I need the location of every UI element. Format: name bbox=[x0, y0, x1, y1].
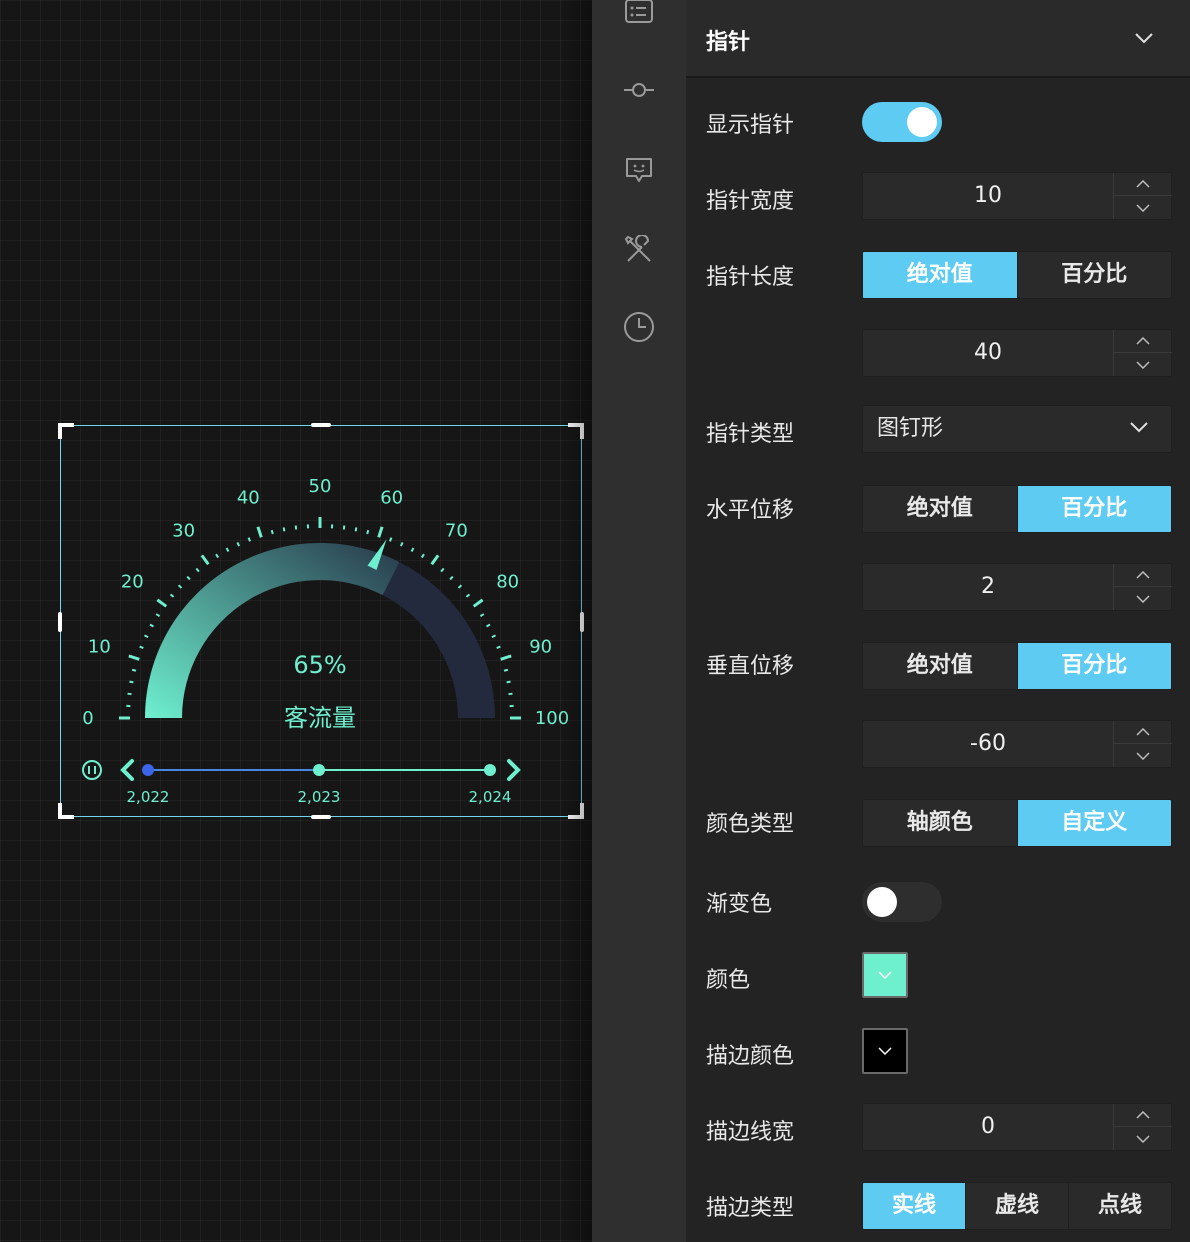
stroke-width-label: 描边线宽 bbox=[706, 1120, 795, 1145]
section-title: 指针 bbox=[706, 30, 751, 55]
pointer-length-option-percent[interactable]: 百分比 bbox=[1017, 252, 1171, 298]
stroke-color-swatch[interactable] bbox=[862, 1028, 908, 1074]
properties-panel: 指针 显示指针 指针宽度 10 指针长度 绝对值 百分比 40 指针类型 图钉形… bbox=[686, 0, 1190, 1242]
color-type-label: 颜色类型 bbox=[706, 812, 795, 837]
offset-x-label: 水平位移 bbox=[706, 498, 795, 523]
stroke-type-option-solid[interactable]: 实线 bbox=[863, 1183, 966, 1229]
canvas-edge-shadow bbox=[560, 0, 592, 1242]
chevron-down-icon[interactable] bbox=[1134, 32, 1154, 44]
stepper-down-icon[interactable] bbox=[1114, 587, 1172, 610]
pointer-type-select[interactable]: 图钉形 bbox=[862, 405, 1172, 453]
offset-y-mode: 绝对值 百分比 bbox=[862, 642, 1172, 690]
color-label: 颜色 bbox=[706, 968, 751, 993]
stepper bbox=[1113, 564, 1172, 610]
offset-y-option-percent[interactable]: 百分比 bbox=[1017, 643, 1171, 689]
stepper-up-icon[interactable] bbox=[1114, 173, 1172, 196]
resize-handle-bottom[interactable] bbox=[311, 815, 331, 819]
offset-y-value[interactable]: -60 bbox=[863, 721, 1113, 767]
gradient-toggle[interactable] bbox=[862, 882, 942, 922]
offset-x-value[interactable]: 2 bbox=[863, 564, 1113, 610]
pointer-width-input[interactable]: 10 bbox=[862, 172, 1172, 220]
color-type-option-custom[interactable]: 自定义 bbox=[1017, 800, 1171, 846]
stepper-up-icon[interactable] bbox=[1114, 1104, 1172, 1127]
color-type-mode: 轴颜色 自定义 bbox=[862, 799, 1172, 847]
app-root: 0 10 20 30 40 50 60 70 80 90 100 65% 客流量 2,022 2,02… bbox=[0, 0, 1190, 1242]
stepper bbox=[1113, 1104, 1172, 1150]
chevron-down-icon bbox=[878, 1047, 892, 1055]
chat-icon[interactable] bbox=[623, 154, 655, 186]
pointer-length-option-absolute[interactable]: 绝对值 bbox=[863, 252, 1018, 298]
show-pointer-label: 显示指针 bbox=[706, 113, 795, 138]
stroke-type-label: 描边类型 bbox=[706, 1196, 795, 1221]
stroke-color-label: 描边颜色 bbox=[706, 1044, 795, 1069]
stepper bbox=[1113, 721, 1172, 767]
pointer-length-label: 指针长度 bbox=[706, 265, 795, 290]
offset-y-input[interactable]: -60 bbox=[862, 720, 1172, 768]
stepper bbox=[1113, 173, 1172, 219]
pointer-width-value[interactable]: 10 bbox=[863, 173, 1113, 219]
stepper-down-icon[interactable] bbox=[1114, 196, 1172, 219]
offset-x-option-absolute[interactable]: 绝对值 bbox=[863, 486, 1018, 532]
show-pointer-toggle[interactable] bbox=[862, 102, 942, 142]
chevron-down-icon bbox=[878, 971, 892, 979]
offset-y-option-absolute[interactable]: 绝对值 bbox=[863, 643, 1018, 689]
stepper-up-icon[interactable] bbox=[1114, 564, 1172, 587]
toggle-knob bbox=[867, 887, 897, 917]
resize-handle-left[interactable] bbox=[58, 612, 62, 632]
stroke-type-option-dashed[interactable]: 虚线 bbox=[966, 1183, 1069, 1229]
color-type-option-axis[interactable]: 轴颜色 bbox=[863, 800, 1018, 846]
stepper-down-icon[interactable] bbox=[1114, 353, 1172, 376]
chevron-down-icon bbox=[1130, 422, 1148, 433]
resize-handle-bottom-left[interactable] bbox=[58, 803, 74, 819]
commit-icon[interactable] bbox=[623, 74, 655, 106]
stepper-down-icon[interactable] bbox=[1114, 1127, 1172, 1150]
pointer-type-value: 图钉形 bbox=[877, 416, 944, 441]
resize-handle-top-left[interactable] bbox=[58, 423, 74, 439]
offset-x-mode: 绝对值 百分比 bbox=[862, 485, 1172, 533]
offset-x-option-percent[interactable]: 百分比 bbox=[1017, 486, 1171, 532]
clock-icon[interactable] bbox=[623, 311, 655, 343]
section-header-pointer[interactable]: 指针 bbox=[686, 0, 1190, 78]
pointer-color-swatch[interactable] bbox=[862, 952, 908, 998]
stepper-down-icon[interactable] bbox=[1114, 744, 1172, 767]
resize-handle-top[interactable] bbox=[311, 423, 331, 427]
tools-icon[interactable] bbox=[623, 234, 655, 266]
selection-box[interactable] bbox=[58, 423, 584, 819]
pointer-length-input[interactable]: 40 bbox=[862, 329, 1172, 377]
stepper bbox=[1113, 330, 1172, 376]
editor-canvas[interactable]: 0 10 20 30 40 50 60 70 80 90 100 65% 客流量 2,022 2,02… bbox=[0, 0, 592, 1242]
gradient-label: 渐变色 bbox=[706, 892, 773, 917]
offset-y-label: 垂直位移 bbox=[706, 654, 795, 679]
pointer-width-label: 指针宽度 bbox=[706, 189, 795, 214]
side-icon-bar bbox=[592, 0, 686, 1242]
pointer-type-label: 指针类型 bbox=[706, 422, 795, 447]
toggle-knob bbox=[907, 107, 937, 137]
pointer-length-value[interactable]: 40 bbox=[863, 330, 1113, 376]
stroke-type-mode: 实线 虚线 点线 bbox=[862, 1182, 1172, 1230]
offset-x-input[interactable]: 2 bbox=[862, 563, 1172, 611]
stroke-width-input[interactable]: 0 bbox=[862, 1103, 1172, 1151]
stepper-up-icon[interactable] bbox=[1114, 721, 1172, 744]
stepper-up-icon[interactable] bbox=[1114, 330, 1172, 353]
list-icon[interactable] bbox=[623, 0, 655, 28]
pointer-length-mode: 绝对值 百分比 bbox=[862, 251, 1172, 299]
stroke-type-option-dotted[interactable]: 点线 bbox=[1069, 1183, 1171, 1229]
stroke-width-value[interactable]: 0 bbox=[863, 1104, 1113, 1150]
